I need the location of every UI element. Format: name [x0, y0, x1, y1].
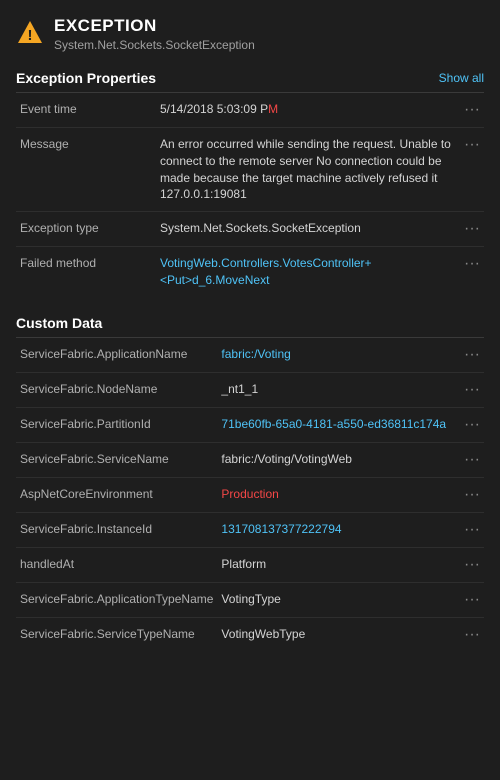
row-key-service-name: ServiceFabric.ServiceName [16, 442, 217, 477]
row-key-app-type-name: ServiceFabric.ApplicationTypeName [16, 582, 217, 617]
aspnetcore-env-value: Production [221, 487, 278, 501]
row-menu-service-name[interactable]: ··· [456, 442, 484, 477]
row-menu-failed-method[interactable]: ··· [456, 247, 484, 297]
row-key-handled-at: handledAt [16, 547, 217, 582]
row-key-message: Message [16, 128, 156, 212]
row-menu-app-type-name[interactable]: ··· [456, 582, 484, 617]
row-val-app-name: fabric:/Voting [217, 338, 456, 373]
row-menu-message[interactable]: ··· [456, 128, 484, 212]
row-val-handled-at: Platform [217, 547, 456, 582]
custom-data-section: Custom Data ServiceFabric.ApplicationNam… [0, 305, 500, 652]
row-val-failed-method: VotingWeb.Controllers.VotesController+<P… [156, 247, 456, 297]
exception-title: EXCEPTION [54, 16, 255, 36]
instance-id-link[interactable]: 131708137377222794 [221, 522, 341, 536]
row-val-app-type-name: VotingType [217, 582, 456, 617]
row-key-instance-id: ServiceFabric.InstanceId [16, 512, 217, 547]
row-key-exception-type: Exception type [16, 212, 156, 247]
row-key-node-name: ServiceFabric.NodeName [16, 372, 217, 407]
table-row: Failed method VotingWeb.Controllers.Vote… [16, 247, 484, 297]
exception-properties-title: Exception Properties [16, 70, 156, 86]
row-menu-aspnetcore-env[interactable]: ··· [456, 477, 484, 512]
row-key-app-name: ServiceFabric.ApplicationName [16, 338, 217, 373]
app-name-link[interactable]: fabric:/Voting [221, 347, 290, 361]
custom-data-header: Custom Data [16, 305, 484, 337]
row-val-service-name: fabric:/Voting/VotingWeb [217, 442, 456, 477]
row-val-service-type-name: VotingWebType [217, 617, 456, 652]
table-row: Event time 5/14/2018 5:03:09 PM ··· [16, 93, 484, 128]
table-row: ServiceFabric.ServiceTypeName VotingWebT… [16, 617, 484, 652]
exception-properties-header: Exception Properties Show all [16, 62, 484, 92]
row-menu-event-time[interactable]: ··· [456, 93, 484, 128]
table-row: AspNetCoreEnvironment Production ··· [16, 477, 484, 512]
row-menu-instance-id[interactable]: ··· [456, 512, 484, 547]
warning-icon: ! [16, 18, 44, 46]
exception-properties-table: Event time 5/14/2018 5:03:09 PM ··· Mess… [16, 93, 484, 297]
event-time-text: 5/14/2018 5:03:09 P [160, 102, 268, 116]
table-row: handledAt Platform ··· [16, 547, 484, 582]
exception-header: ! EXCEPTION System.Net.Sockets.SocketExc… [0, 0, 500, 62]
table-row: ServiceFabric.NodeName _nt1_1 ··· [16, 372, 484, 407]
row-key-partition-id: ServiceFabric.PartitionId [16, 407, 217, 442]
exception-properties-section: Exception Properties Show all Event time… [0, 62, 500, 297]
table-row: Exception type System.Net.Sockets.Socket… [16, 212, 484, 247]
row-menu-exception-type[interactable]: ··· [456, 212, 484, 247]
table-row: ServiceFabric.ServiceName fabric:/Voting… [16, 442, 484, 477]
row-menu-partition-id[interactable]: ··· [456, 407, 484, 442]
row-menu-node-name[interactable]: ··· [456, 372, 484, 407]
row-val-event-time: 5/14/2018 5:03:09 PM [156, 93, 456, 128]
row-val-aspnetcore-env: Production [217, 477, 456, 512]
row-key-failed-method: Failed method [16, 247, 156, 297]
row-key-event-time: Event time [16, 93, 156, 128]
show-all-link[interactable]: Show all [439, 71, 484, 85]
row-menu-handled-at[interactable]: ··· [456, 547, 484, 582]
table-row: Message An error occurred while sending … [16, 128, 484, 212]
table-row: ServiceFabric.InstanceId 131708137377222… [16, 512, 484, 547]
row-menu-service-type-name[interactable]: ··· [456, 617, 484, 652]
partition-id-link[interactable]: 71be60fb-65a0-4181-a550-ed36811c174a [221, 417, 446, 431]
row-val-partition-id: 71be60fb-65a0-4181-a550-ed36811c174a [217, 407, 456, 442]
failed-method-link[interactable]: VotingWeb.Controllers.VotesController+<P… [160, 256, 372, 287]
row-val-node-name: _nt1_1 [217, 372, 456, 407]
row-val-instance-id: 131708137377222794 [217, 512, 456, 547]
row-val-message: An error occurred while sending the requ… [156, 128, 456, 212]
row-key-service-type-name: ServiceFabric.ServiceTypeName [16, 617, 217, 652]
custom-data-title: Custom Data [16, 315, 102, 331]
row-val-exception-type: System.Net.Sockets.SocketException [156, 212, 456, 247]
row-key-aspnetcore-env: AspNetCoreEnvironment [16, 477, 217, 512]
exception-subtitle: System.Net.Sockets.SocketException [54, 38, 255, 52]
table-row: ServiceFabric.PartitionId 71be60fb-65a0-… [16, 407, 484, 442]
event-time-highlight: M [268, 102, 278, 116]
table-row: ServiceFabric.ApplicationName fabric:/Vo… [16, 338, 484, 373]
row-menu-app-name[interactable]: ··· [456, 338, 484, 373]
custom-data-table: ServiceFabric.ApplicationName fabric:/Vo… [16, 338, 484, 652]
svg-text:!: ! [28, 27, 33, 44]
header-text: EXCEPTION System.Net.Sockets.SocketExcep… [54, 16, 255, 52]
table-row: ServiceFabric.ApplicationTypeName Voting… [16, 582, 484, 617]
